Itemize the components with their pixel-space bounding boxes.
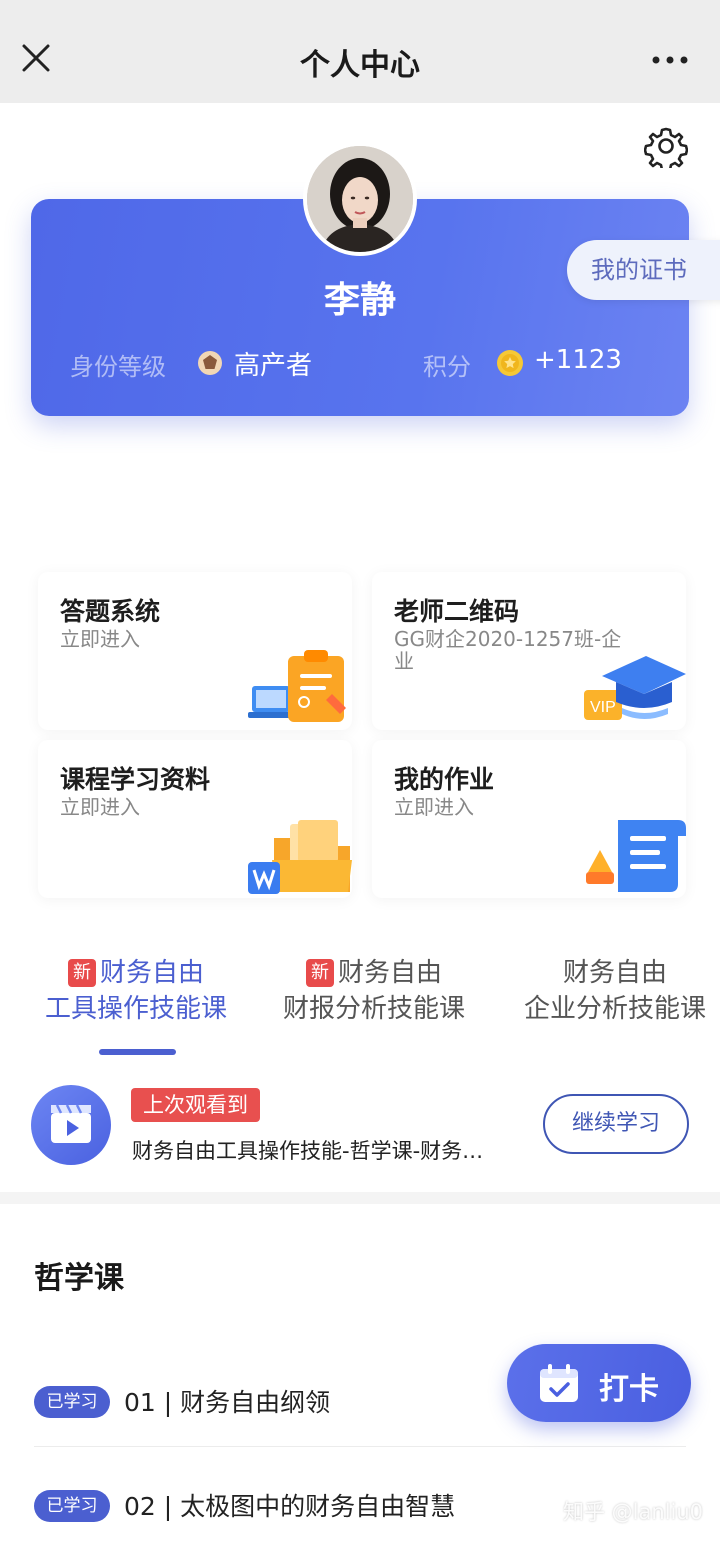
new-badge: 新: [67, 959, 96, 987]
section-divider: [0, 1192, 720, 1204]
last-watched-badge: 上次观看到: [131, 1088, 260, 1122]
lesson-title: 02 | 太极图中的财务自由智慧: [124, 1492, 456, 1521]
tab-line1: 财务自由: [99, 958, 204, 988]
tile-my-homework[interactable]: 我的作业 立即进入: [372, 740, 686, 898]
tab-line2: 财报分析技能课: [282, 994, 465, 1024]
tab-line1: 财务自由: [562, 958, 667, 988]
vip-graduation-cap-icon: VIP: [584, 656, 686, 720]
section-title: 哲学课: [34, 1261, 124, 1296]
watermark: 知乎 @lanliu0: [563, 1500, 704, 1524]
tile-title: 答题系统: [60, 597, 161, 626]
tile-teacher-qrcode[interactable]: 老师二维码 GG财企2020-1257班-企业 VIP: [372, 572, 686, 730]
level-label: 身份等级: [70, 353, 166, 381]
tile-course-materials[interactable]: 课程学习资料 立即进入: [38, 740, 352, 898]
new-badge: 新: [305, 959, 334, 987]
tile-subtitle: 立即进入: [60, 795, 140, 819]
tile-title: 老师二维码: [394, 597, 520, 626]
title-bar: 个人中心: [0, 0, 720, 103]
tab-line1: 财务自由: [337, 958, 442, 988]
more-icon[interactable]: [650, 50, 690, 70]
checkin-button[interactable]: 打卡: [507, 1344, 691, 1422]
active-tab-indicator: [99, 1049, 176, 1055]
lesson-title: 01 | 财务自由纲领: [124, 1388, 331, 1417]
gear-icon[interactable]: [644, 124, 688, 168]
level-badge-icon: [198, 351, 222, 375]
tab-enterprise-analysis[interactable]: 财务自由 企业分析技能课: [495, 955, 720, 1027]
tile-subtitle: 立即进入: [60, 627, 140, 651]
tile-title: 课程学习资料: [60, 765, 211, 794]
homework-scroll-icon: [586, 820, 686, 892]
points-label: 积分: [423, 353, 471, 381]
tab-line2: 企业分析技能课: [523, 994, 706, 1024]
video-clapper-icon: [31, 1085, 111, 1165]
level-value: 高产者: [234, 351, 313, 381]
course-tabs: 新财务自由 工具操作技能课 新财务自由 财报分析技能课 财务自由 企业分析技能课: [0, 955, 720, 1055]
tab-line2: 工具操作技能课: [44, 994, 227, 1024]
page-title: 个人中心: [300, 48, 420, 83]
continue-learning-button[interactable]: 继续学习: [543, 1094, 689, 1154]
tab-financial-report[interactable]: 新财务自由 财报分析技能课: [254, 955, 494, 1027]
learned-badge: 已学习: [34, 1386, 110, 1418]
learned-badge: 已学习: [34, 1490, 110, 1522]
calendar-check-icon: [540, 1364, 578, 1402]
tab-tool-operation[interactable]: 新财务自由 工具操作技能课: [16, 955, 256, 1027]
checkin-label: 打卡: [599, 1372, 659, 1407]
tile-title: 我的作业: [394, 765, 495, 794]
avatar[interactable]: [303, 142, 417, 256]
coin-icon: [497, 350, 523, 376]
points-value: +1123: [534, 345, 622, 375]
svg-text:VIP: VIP: [590, 699, 616, 716]
quiz-clipboard-icon: [248, 650, 346, 722]
last-watched-title[interactable]: 财务自由工具操作技能-哲学课-财务…: [132, 1135, 522, 1165]
my-certificate-button[interactable]: 我的证书: [567, 240, 720, 300]
tile-quiz-system[interactable]: 答题系统 立即进入: [38, 572, 352, 730]
folder-document-icon: [248, 820, 352, 894]
list-divider: [34, 1446, 686, 1447]
tile-subtitle: 立即进入: [394, 795, 474, 819]
